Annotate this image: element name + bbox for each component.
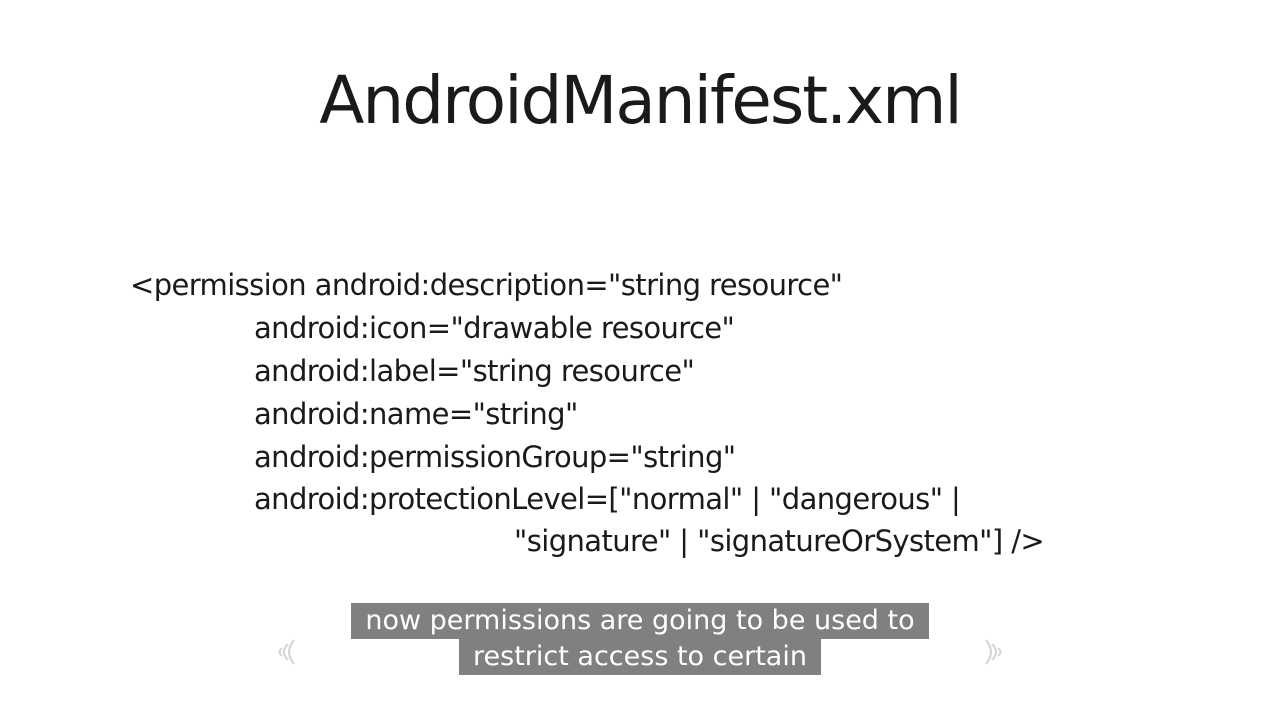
code-block: <permission android:description="string …: [0, 0, 1280, 600]
code-line: "signature" | "signatureOrSystem"] />: [514, 524, 1045, 558]
subtitle-caption: now permissions are going to be used to …: [0, 603, 1280, 675]
slide: AndroidManifest.xml <permission android:…: [0, 0, 1280, 708]
code-line: <permission android:description="string …: [130, 268, 843, 302]
code-line: android:protectionLevel=["normal" | "dan…: [254, 482, 961, 516]
code-line: android:name="string": [254, 397, 578, 431]
code-line: android:label="string resource": [254, 354, 695, 388]
code-line: android:permissionGroup="string": [254, 440, 736, 474]
caption-line-1: now permissions are going to be used to: [351, 603, 929, 639]
code-line: android:icon="drawable resource": [254, 311, 735, 345]
caption-line-2: restrict access to certain: [459, 639, 821, 675]
